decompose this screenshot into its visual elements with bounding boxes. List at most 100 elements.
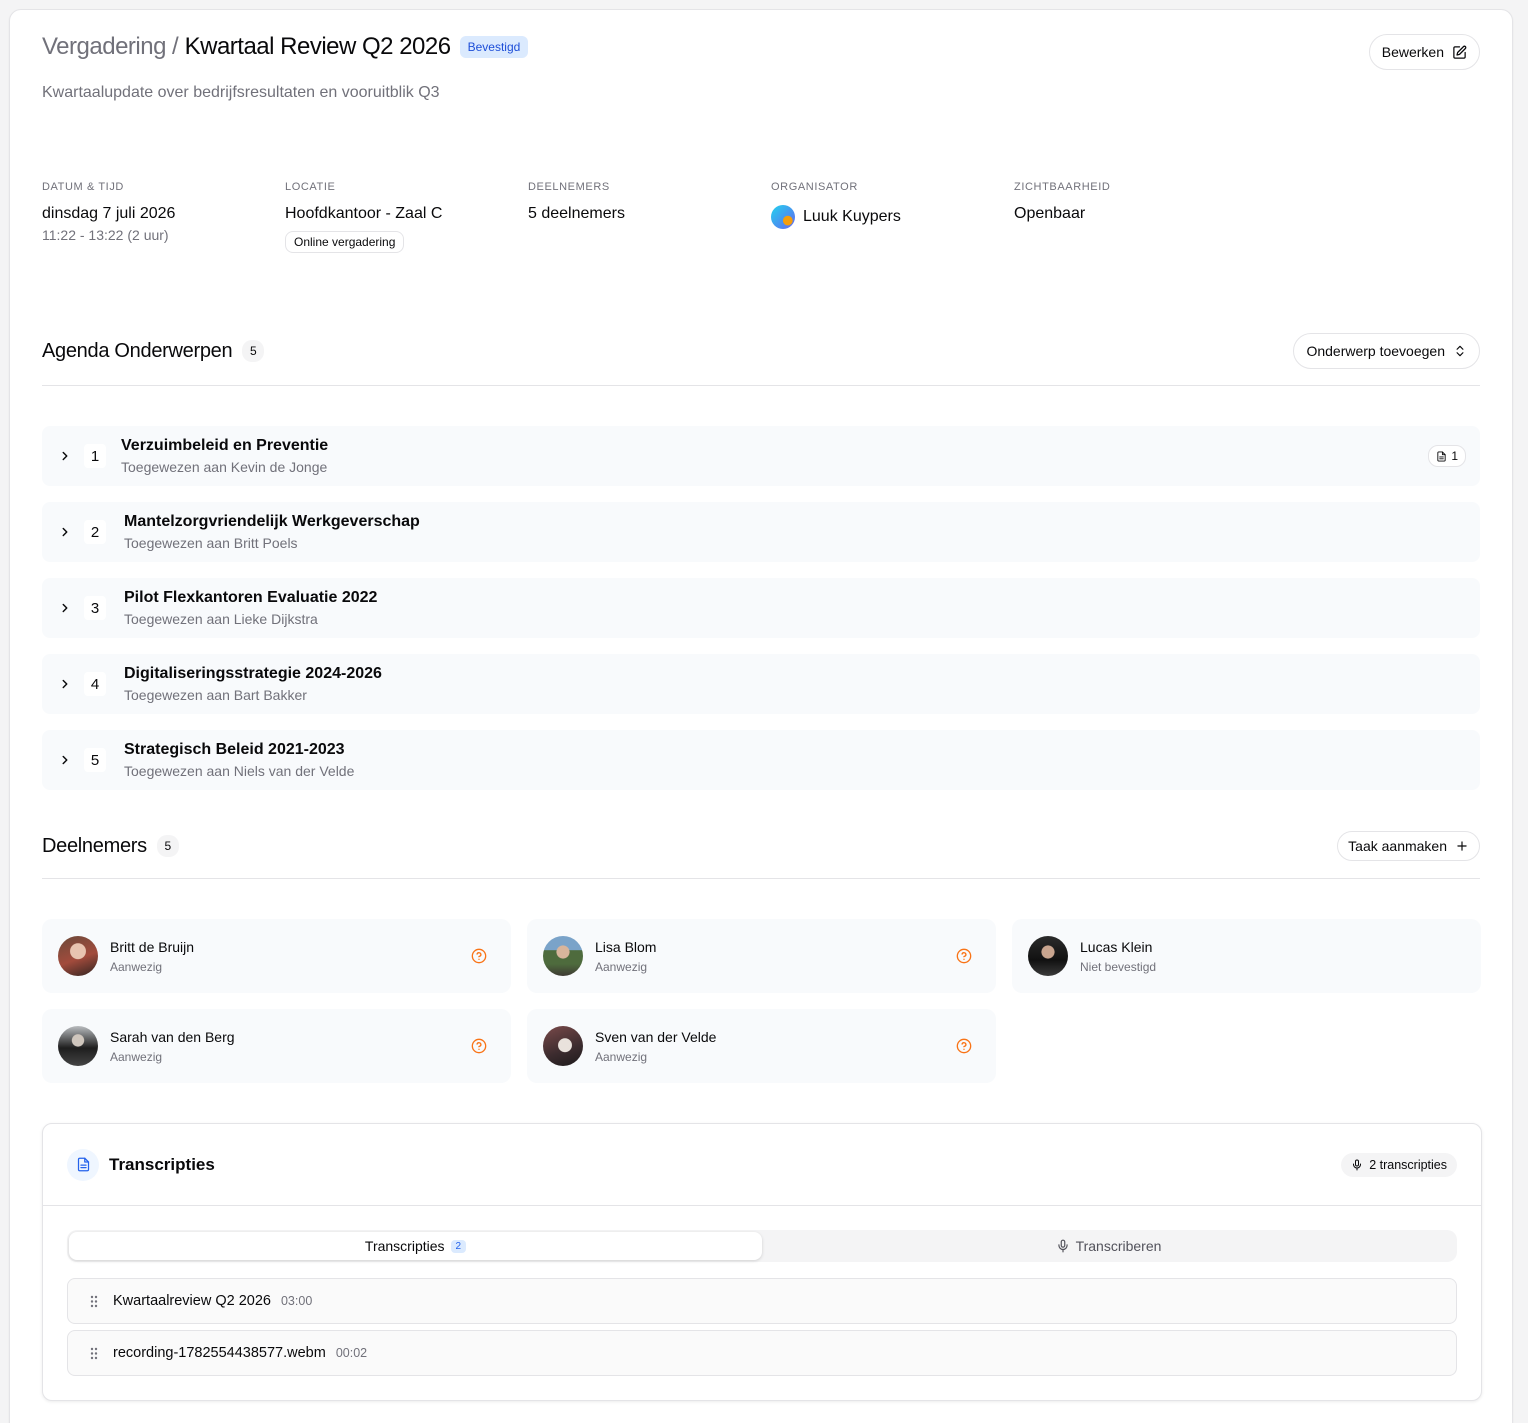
help-circle-icon[interactable] bbox=[956, 948, 972, 964]
meta-location: LOCATIE Hoofdkantoor - Zaal C Online ver… bbox=[285, 181, 528, 253]
agenda-item-title: Strategisch Beleid 2021-2023 bbox=[124, 741, 345, 758]
transcript-row[interactable]: Kwartaalreview Q2 2026 03:00 bbox=[67, 1278, 1457, 1324]
participant-status: Aanwezig bbox=[110, 959, 163, 974]
section-divider bbox=[42, 878, 1480, 879]
meta-date: dinsdag 7 juli 2026 bbox=[42, 205, 176, 222]
participant-status: Aanwezig bbox=[110, 1049, 163, 1064]
agenda-item[interactable]: 4 Digitaliseringsstrategie 2024-2026 Toe… bbox=[42, 654, 1480, 714]
transcripts-count-badge: 2 transcripties bbox=[1341, 1153, 1457, 1177]
online-meeting-badge: Online vergadering bbox=[285, 231, 405, 253]
avatar bbox=[543, 1026, 583, 1066]
participant-card[interactable]: Sven van der Velde Aanwezig bbox=[527, 1009, 996, 1083]
meta-organizer: ORGANISATOR Luuk Kuypers bbox=[771, 181, 1014, 253]
transcript-duration: 00:02 bbox=[335, 1346, 368, 1360]
drag-handle-icon[interactable] bbox=[90, 1347, 98, 1360]
meta-label: ORGANISATOR bbox=[771, 181, 858, 193]
participant-info: Britt de Bruijn Aanwezig bbox=[110, 939, 194, 974]
participant-card[interactable]: Britt de Bruijn Aanwezig bbox=[42, 919, 511, 993]
agenda-header: Agenda Onderwerpen 5 Onderwerp toevoegen bbox=[42, 333, 1480, 369]
chevron-right-icon[interactable] bbox=[58, 601, 72, 615]
breadcrumb-parent-link[interactable]: Vergadering bbox=[42, 33, 166, 61]
transcripts-count: 2 transcripties bbox=[1369, 1158, 1447, 1172]
agenda-item-title: Digitaliseringsstrategie 2024-2026 bbox=[124, 665, 382, 682]
document-count-badge[interactable]: 1 bbox=[1428, 445, 1466, 467]
document-count: 1 bbox=[1451, 449, 1458, 463]
meta-organizer-value: Luuk Kuypers bbox=[771, 205, 1014, 229]
transcripts-title: Transcripties bbox=[109, 1154, 215, 1174]
tab-transcribe-label: Transcriberen bbox=[1075, 1238, 1162, 1254]
agenda-item[interactable]: 2 Mantelzorgvriendelijk Werkgeverschap T… bbox=[42, 502, 1480, 562]
meta-visibility-value: Openbaar bbox=[1014, 205, 1086, 222]
participants-count-badge: 5 bbox=[156, 835, 179, 857]
agenda-item-assignee: Toegewezen aan Britt Poels bbox=[124, 535, 298, 551]
avatar bbox=[543, 936, 583, 976]
transcripts-header: Transcripties 2 transcripties bbox=[43, 1124, 1481, 1206]
drag-handle-icon[interactable] bbox=[90, 1295, 98, 1308]
agenda-title: Agenda Onderwerpen bbox=[42, 339, 233, 362]
chevron-right-icon[interactable] bbox=[58, 449, 72, 463]
chevron-right-icon[interactable] bbox=[58, 525, 72, 539]
participant-status: Niet bevestigd bbox=[1080, 959, 1157, 974]
chevrons-up-down-icon bbox=[1456, 345, 1464, 357]
tab-count-badge: 2 bbox=[450, 1239, 467, 1253]
participant-info: Lisa Blom Aanwezig bbox=[595, 939, 656, 974]
participant-info: Sven van der Velde Aanwezig bbox=[595, 1029, 716, 1064]
agenda-item-title: Pilot Flexkantoren Evaluatie 2022 bbox=[124, 589, 378, 606]
meta-participants-value: 5 deelnemers bbox=[528, 205, 625, 222]
agenda-item[interactable]: 5 Strategisch Beleid 2021-2023 Toegeweze… bbox=[42, 730, 1480, 790]
agenda-item-assignee: Toegewezen aan Niels van der Velde bbox=[124, 763, 355, 779]
tab-transcribe[interactable]: Transcriberen bbox=[762, 1232, 1455, 1260]
meeting-detail-card: Vergadering / Kwartaal Review Q2 2026 Be… bbox=[9, 9, 1513, 1423]
agenda-item-number: 3 bbox=[84, 596, 106, 620]
create-task-label: Taak aanmaken bbox=[1348, 838, 1447, 854]
avatar bbox=[58, 936, 98, 976]
status-badge: Bevestigd bbox=[459, 36, 529, 58]
participant-name: Sarah van den Berg bbox=[110, 1028, 235, 1045]
help-circle-icon[interactable] bbox=[471, 1038, 487, 1054]
avatar bbox=[1028, 936, 1068, 976]
agenda-item-assignee: Toegewezen aan Bart Bakker bbox=[124, 687, 307, 703]
agenda-item[interactable]: 1 Verzuimbeleid en Preventie Toegewezen … bbox=[42, 426, 1480, 486]
meta-label: DATUM & TIJD bbox=[42, 181, 124, 193]
agenda-item-assignee: Toegewezen aan Lieke Dijkstra bbox=[124, 611, 318, 627]
meta-label: DEELNEMERS bbox=[528, 181, 610, 193]
transcript-name: recording-1782554438577.webm bbox=[113, 1345, 326, 1361]
meta-location-value: Hoofdkantoor - Zaal C bbox=[285, 205, 443, 222]
agenda-item-number: 5 bbox=[84, 748, 106, 772]
avatar bbox=[58, 1026, 98, 1066]
participant-card[interactable]: Sarah van den Berg Aanwezig bbox=[42, 1009, 511, 1083]
participant-card[interactable]: Lucas Klein Niet bevestigd bbox=[1012, 919, 1481, 993]
help-circle-icon[interactable] bbox=[956, 1038, 972, 1054]
mic-icon bbox=[1057, 1239, 1068, 1253]
agenda-item-text: Verzuimbeleid en Preventie Toegewezen aa… bbox=[121, 437, 328, 475]
participant-card[interactable]: Lisa Blom Aanwezig bbox=[527, 919, 996, 993]
tab-transcripts[interactable]: Transcripties 2 bbox=[69, 1232, 762, 1260]
participant-info: Sarah van den Berg Aanwezig bbox=[110, 1029, 235, 1064]
agenda-count-badge: 5 bbox=[242, 340, 265, 362]
participant-info: Lucas Klein Niet bevestigd bbox=[1080, 939, 1156, 974]
agenda-item-number: 4 bbox=[84, 672, 106, 696]
participant-name: Britt de Bruijn bbox=[110, 938, 195, 955]
chevron-right-icon[interactable] bbox=[58, 677, 72, 691]
transcripts-panel: Transcripties 2 transcripties Transcript… bbox=[42, 1123, 1482, 1401]
help-circle-icon[interactable] bbox=[471, 948, 487, 964]
meta-visibility: ZICHTBAARHEID Openbaar bbox=[1014, 181, 1257, 253]
organizer-name: Luuk Kuypers bbox=[803, 208, 901, 225]
create-task-button[interactable]: Taak aanmaken bbox=[1337, 831, 1480, 861]
edit-icon bbox=[1453, 45, 1467, 59]
agenda-item-title: Verzuimbeleid en Preventie bbox=[121, 437, 329, 454]
participant-name: Lucas Klein bbox=[1080, 938, 1153, 955]
edit-button[interactable]: Bewerken bbox=[1368, 34, 1480, 70]
chevron-right-icon[interactable] bbox=[58, 753, 72, 767]
transcript-row[interactable]: recording-1782554438577.webm 00:02 bbox=[67, 1330, 1457, 1376]
meta-participants: DEELNEMERS 5 deelnemers bbox=[528, 181, 771, 253]
file-icon bbox=[1437, 450, 1446, 462]
agenda-item-number: 1 bbox=[84, 444, 106, 468]
tab-transcripts-label: Transcripties bbox=[364, 1238, 445, 1254]
agenda-item-number: 2 bbox=[84, 520, 106, 544]
avatar bbox=[771, 205, 795, 229]
meeting-header: Vergadering / Kwartaal Review Q2 2026 Be… bbox=[42, 32, 1480, 102]
add-topic-button[interactable]: Onderwerp toevoegen bbox=[1293, 333, 1480, 369]
agenda-item[interactable]: 3 Pilot Flexkantoren Evaluatie 2022 Toeg… bbox=[42, 578, 1480, 638]
page-title: Kwartaal Review Q2 2026 bbox=[184, 33, 451, 60]
